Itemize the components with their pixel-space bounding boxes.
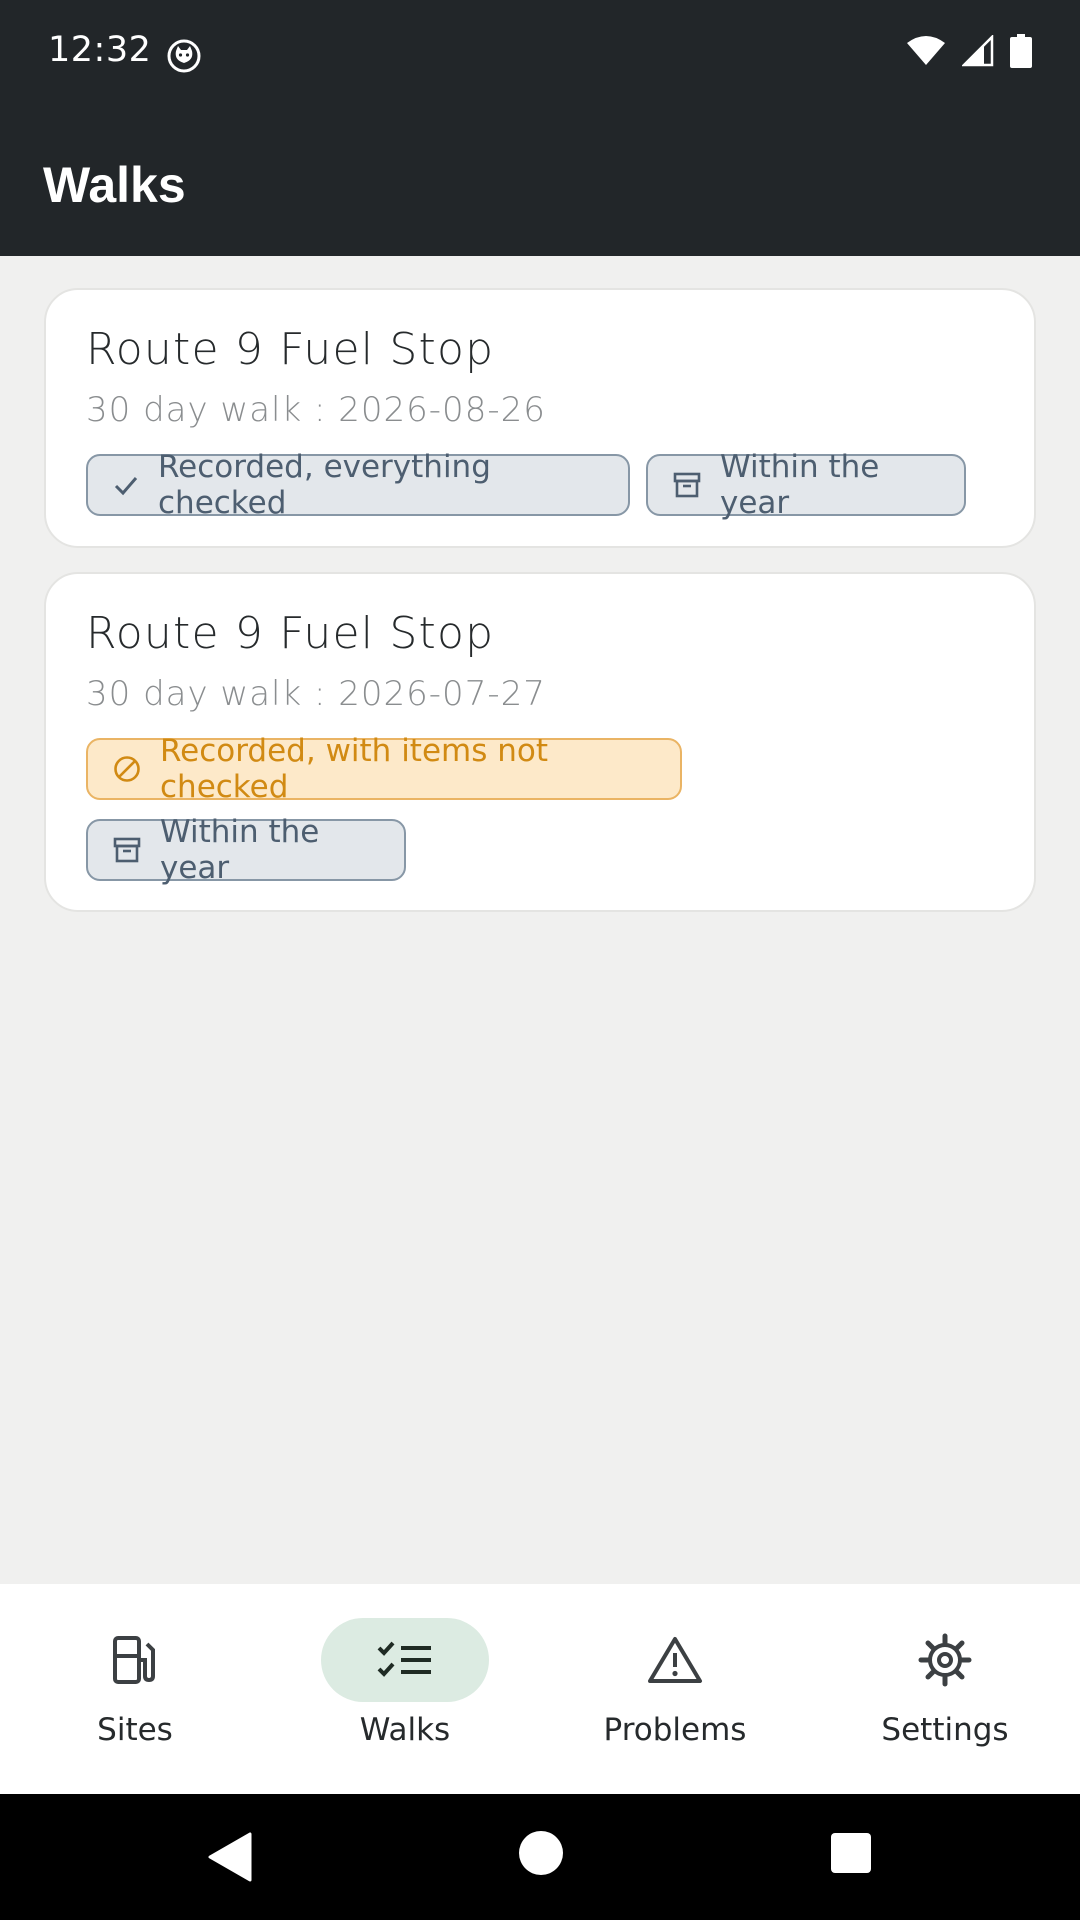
walk-title: Route 9 Fuel Stop xyxy=(86,324,495,375)
checklist-icon xyxy=(377,1641,431,1677)
battery-icon xyxy=(1010,34,1032,68)
period-chip: Within the year xyxy=(646,449,966,521)
home-icon[interactable] xyxy=(518,1830,564,1876)
notification-cat-icon xyxy=(167,39,201,73)
nav-label: Sites xyxy=(97,1712,173,1748)
nav-label: Problems xyxy=(603,1712,747,1748)
walk-subtitle: 30 day walk : 2026-07-27 xyxy=(86,674,546,714)
app-bar: Walks xyxy=(0,110,1080,256)
walk-card[interactable]: Route 9 Fuel Stop 30 day walk : 2026-08-… xyxy=(44,288,1036,548)
active-indicator xyxy=(321,1618,489,1702)
walk-card[interactable]: Route 9 Fuel Stop 30 day walk : 2026-07-… xyxy=(44,572,1036,912)
nav-label: Settings xyxy=(881,1712,1009,1748)
warning-icon xyxy=(648,1637,702,1683)
nav-item-problems[interactable]: Problems xyxy=(540,1618,810,1768)
bottom-nav: Sites Walks Problems Settings xyxy=(0,1584,1080,1794)
nav-item-sites[interactable]: Sites xyxy=(0,1618,270,1768)
recents-icon[interactable] xyxy=(830,1832,872,1874)
period-chip-label: Within the year xyxy=(720,449,880,521)
period-chip: Within the year xyxy=(86,814,406,886)
system-nav-bar xyxy=(0,1794,1080,1920)
status-chip-label: Recorded, everything checked xyxy=(158,449,491,521)
page-title: Walks xyxy=(43,157,186,213)
wifi-icon xyxy=(907,36,945,65)
status-chip: Recorded, everything checked xyxy=(86,449,630,521)
check-icon xyxy=(114,477,138,496)
status-bar: 12:32 xyxy=(0,0,1080,110)
nav-label: Walks xyxy=(359,1712,451,1748)
nav-item-settings[interactable]: Settings xyxy=(810,1618,1080,1768)
walk-subtitle: 30 day walk : 2026-08-26 xyxy=(86,390,546,430)
status-chip: Recorded, with items not checked xyxy=(86,733,682,805)
period-chip-label: Within the year xyxy=(160,814,320,886)
blocked-icon xyxy=(114,756,140,782)
status-chip-label: Recorded, with items not checked xyxy=(160,733,548,805)
nav-item-walks[interactable]: Walks xyxy=(270,1618,540,1768)
status-icons xyxy=(906,34,1032,68)
fuel-pump-icon xyxy=(113,1636,155,1684)
status-time: 12:32 xyxy=(48,30,152,70)
walk-title: Route 9 Fuel Stop xyxy=(86,608,495,659)
archive-icon xyxy=(113,837,141,863)
gear-icon xyxy=(918,1633,972,1687)
archive-icon xyxy=(673,472,701,498)
back-icon[interactable] xyxy=(206,1832,252,1882)
cell-signal-icon xyxy=(962,35,994,67)
